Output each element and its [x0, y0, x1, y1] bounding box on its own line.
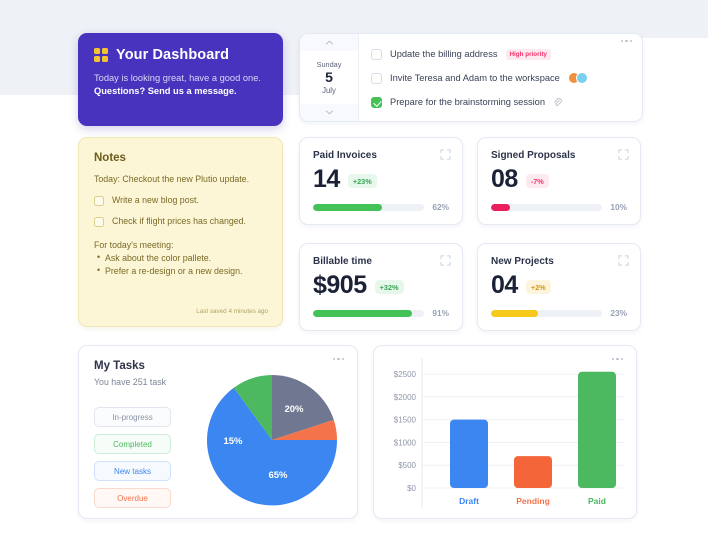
notes-checklist-label: Write a new blog post.: [112, 195, 199, 205]
stat-value: $905: [313, 271, 367, 299]
x-axis-tick-label: Paid: [588, 496, 606, 506]
expand-icon[interactable]: [618, 149, 629, 160]
y-axis-tick-label: $2500: [394, 370, 417, 379]
task-row[interactable]: Update the billing address High priority: [371, 42, 632, 66]
invoices-bar-chart: $2500 $2000 $1500 $1000 $500 $0 Draft Pe…: [394, 358, 624, 508]
expand-icon[interactable]: [618, 255, 629, 266]
notes-meeting-header: For today's meeting:: [94, 240, 174, 250]
x-axis-tick-label: Draft: [459, 496, 479, 506]
date-navigator: Sunday 5 July: [300, 34, 359, 121]
y-axis-tick-label: $500: [398, 461, 416, 470]
tasks-card: Sunday 5 July Update the billing address…: [299, 33, 643, 122]
tasks-pie-chart: 20% 65% 15%: [207, 375, 338, 506]
notes-title: Notes: [94, 152, 126, 164]
welcome-line-1: Today is looking great, have a good one.: [94, 73, 261, 83]
pie-slice-label: 15%: [223, 436, 243, 447]
date-weekday: Sunday: [316, 60, 342, 69]
task-label: Prepare for the brainstorming session: [390, 97, 546, 107]
stat-card-paid-invoices: Paid Invoices 14 +23% 62%: [299, 137, 463, 225]
date-day: 5: [325, 69, 333, 85]
more-options-icon[interactable]: [332, 358, 344, 361]
expand-icon[interactable]: [440, 255, 451, 266]
notes-checklist-item[interactable]: Write a new blog post.: [94, 194, 267, 207]
progress-bar: [491, 203, 603, 211]
notes-saved-status: Last saved 4 minutes ago: [196, 308, 268, 315]
bar-draft: [450, 419, 488, 488]
notes-checkbox[interactable]: [94, 195, 104, 206]
notes-card: Notes Today: Checkout the new Plutio upd…: [78, 137, 283, 327]
y-axis-tick-label: $2000: [394, 393, 417, 402]
progress-bar: [313, 309, 425, 317]
my-tasks-card: My Tasks You have 251 task In-progress C…: [78, 345, 358, 519]
progress-bar: [313, 203, 425, 211]
legend-chip-new-tasks[interactable]: New tasks: [94, 461, 171, 481]
invoices-bar-chart-card: $2500 $2000 $1500 $1000 $500 $0 Draft Pe…: [373, 345, 637, 519]
legend-chip-overdue[interactable]: Overdue: [94, 488, 171, 508]
progress-label: 23%: [610, 308, 627, 318]
date-month: July: [322, 86, 336, 95]
y-axis-tick-label: $0: [407, 484, 416, 493]
progress-bar: [491, 309, 603, 317]
stat-title: Paid Invoices: [313, 150, 377, 161]
stat-value: 14: [313, 165, 340, 193]
pie-slice-label: 20%: [284, 404, 304, 415]
notes-checklist-label: Check if flight prices has changed.: [112, 216, 246, 226]
notes-checkbox[interactable]: [94, 216, 104, 227]
legend-chip-in-progress[interactable]: In-progress: [94, 407, 171, 427]
stat-card-signed-proposals: Signed Proposals 08 -7% 10%: [477, 137, 641, 225]
stat-value: 04: [491, 271, 518, 299]
progress-label: 91%: [432, 308, 449, 318]
task-list: Update the billing address High priority…: [359, 34, 642, 121]
notes-bullet: Ask about the color pallete.: [94, 251, 267, 265]
welcome-card: Your Dashboard Today is looking great, h…: [78, 33, 283, 126]
welcome-title: Your Dashboard: [116, 47, 230, 63]
notes-checklist-item[interactable]: Check if flight prices has changed.: [94, 215, 267, 228]
dashboard-page: Your Dashboard Today is looking great, h…: [0, 0, 708, 545]
task-row[interactable]: Invite Teresa and Adam to the workspace: [371, 66, 632, 90]
x-axis-tick-label: Pending: [516, 496, 550, 506]
stat-delta: +2%: [525, 280, 551, 294]
stat-delta: +23%: [347, 174, 377, 188]
avatar: [575, 72, 588, 84]
y-axis-tick-label: $1500: [394, 416, 417, 425]
paperclip-icon[interactable]: [553, 97, 562, 107]
task-row[interactable]: Prepare for the brainstorming session: [371, 90, 632, 114]
avatar-group: [567, 72, 588, 84]
expand-icon[interactable]: [440, 149, 451, 160]
stat-card-new-projects: New Projects 04 +2% 23%: [477, 243, 641, 331]
more-options-icon[interactable]: [620, 40, 632, 43]
four-dots-grid-icon: [94, 48, 108, 62]
stat-title: Signed Proposals: [491, 150, 576, 161]
y-axis-tick-label: $1000: [394, 438, 417, 447]
pie-slice-label: 65%: [268, 470, 288, 481]
legend-chip-completed[interactable]: Completed: [94, 434, 171, 454]
progress-label: 62%: [432, 202, 449, 212]
notes-intro: Today: Checkout the new Plutio update.: [94, 174, 250, 184]
bar-paid: [578, 371, 616, 488]
notes-bullet: Prefer a re-design or a new design.: [94, 264, 267, 278]
task-checkbox[interactable]: [371, 96, 382, 108]
stat-delta: +32%: [374, 280, 404, 294]
progress-label: 10%: [610, 202, 627, 212]
chevron-down-icon[interactable]: [300, 104, 358, 121]
stat-value: 08: [491, 165, 518, 193]
stat-title: New Projects: [491, 256, 554, 267]
stat-delta: -7%: [525, 174, 549, 188]
task-label: Update the billing address: [390, 49, 498, 59]
task-checkbox[interactable]: [371, 48, 382, 60]
stat-title: Billable time: [313, 256, 372, 267]
chevron-up-icon[interactable]: [300, 34, 358, 51]
priority-badge: High priority: [505, 48, 551, 60]
bar-pending: [514, 456, 552, 488]
stat-card-billable-time: Billable time $905 +32% 91%: [299, 243, 463, 331]
task-checkbox[interactable]: [371, 72, 382, 84]
task-label: Invite Teresa and Adam to the workspace: [390, 73, 560, 83]
welcome-line-2[interactable]: Questions? Send us a message.: [94, 86, 237, 96]
